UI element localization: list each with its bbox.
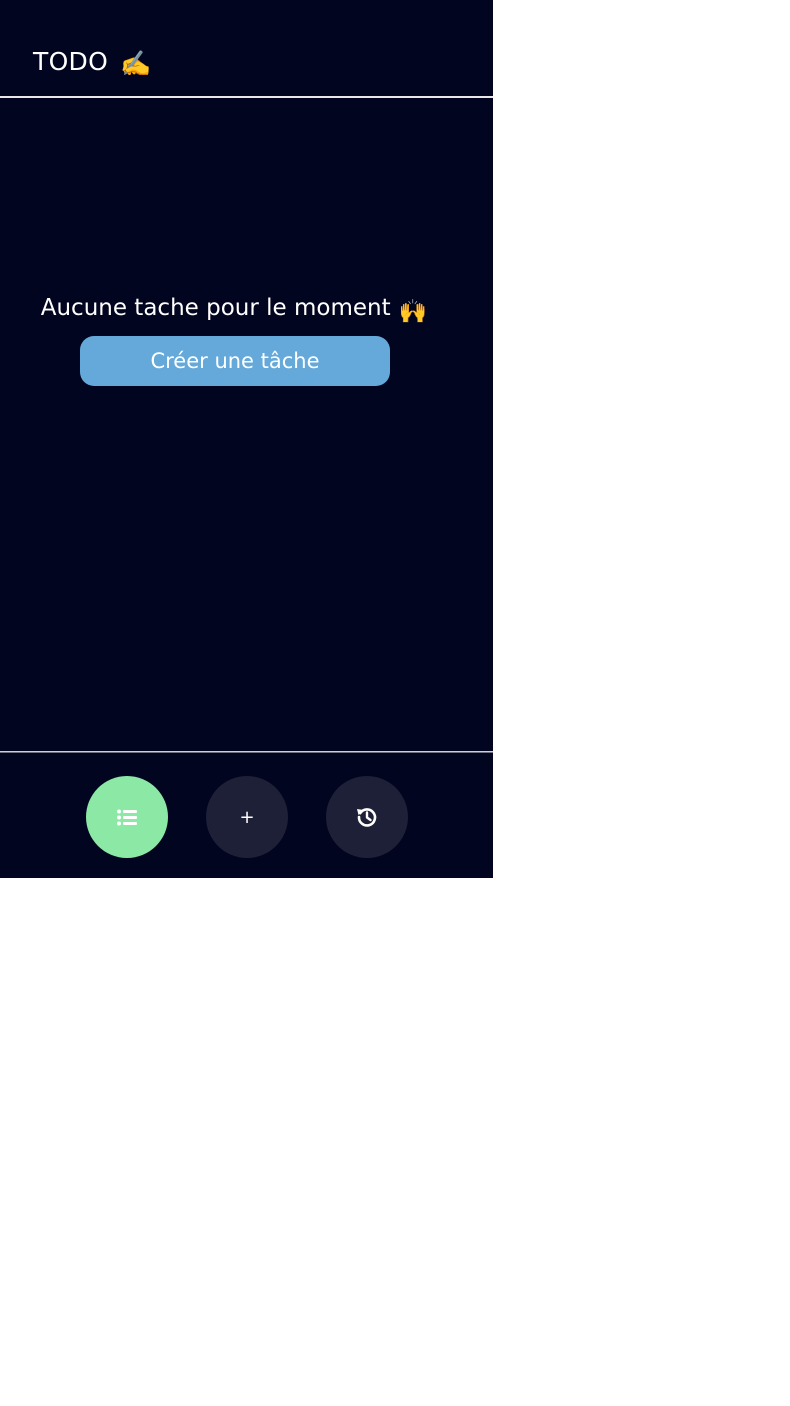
empty-state-text: Aucune tache pour le moment: [40, 295, 391, 321]
app-window: TODO ✍️ Aucune tache pour le moment 🙌 Crée…: [0, 0, 493, 878]
empty-state-message: Aucune tache pour le moment 🙌: [0, 292, 468, 328]
history-icon: [356, 806, 378, 828]
writing-hand-icon: ✍️: [120, 49, 152, 78]
nav-history-button[interactable]: [326, 776, 408, 858]
app-header: TODO ✍️: [0, 0, 493, 98]
nav-list-button[interactable]: [86, 776, 168, 858]
list-icon: [117, 809, 137, 826]
page-title: TODO ✍️: [33, 45, 152, 81]
plus-icon: +: [239, 806, 255, 828]
page-title-text: TODO: [33, 47, 109, 76]
footer-divider: [0, 751, 493, 753]
create-task-button[interactable]: Créer une tâche: [80, 336, 390, 386]
raising-hands-icon: 🙌: [398, 299, 428, 325]
nav-add-button[interactable]: +: [206, 776, 288, 858]
